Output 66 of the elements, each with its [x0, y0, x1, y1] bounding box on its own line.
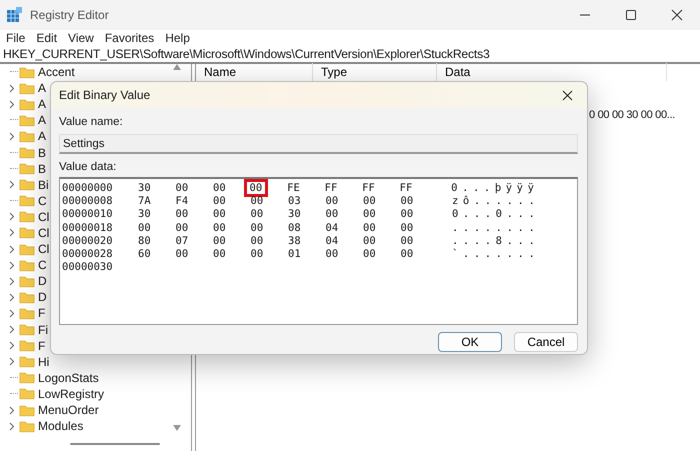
hex-byte: FE — [287, 182, 301, 194]
ascii-text: ....8... — [452, 234, 540, 247]
hex-byte: 00 — [400, 234, 414, 247]
hex-byte: FF — [362, 182, 376, 194]
hex-byte: 60 — [138, 248, 152, 260]
hex-byte: 04 — [326, 222, 340, 234]
hex-byte: 00 — [400, 248, 414, 260]
window-title: Registry Editor — [30, 8, 110, 22]
hex-byte: 00 — [213, 248, 227, 260]
dialog-title: Edit Binary Value — [58, 88, 150, 102]
offset: 00000018 — [62, 222, 114, 234]
hex-byte: 80 — [138, 234, 152, 247]
hex-byte: 00 — [363, 234, 377, 247]
ascii-text: 0...þÿÿÿ — [451, 182, 539, 194]
hex-byte: 00 — [250, 194, 264, 207]
hex-byte: 00 — [176, 222, 190, 234]
hex-byte: FF — [400, 182, 414, 194]
hex-byte: 00 — [213, 208, 227, 220]
field-label: Value data: — [59, 161, 118, 175]
hex-byte: 00 — [363, 248, 377, 260]
hex-byte: FF — [324, 182, 338, 194]
hex-byte: 00 — [176, 182, 190, 194]
hex-byte: 01 — [288, 248, 302, 260]
offset: 00000028 — [62, 248, 114, 260]
offset: 00000020 — [62, 234, 114, 247]
hex-byte: 00 — [326, 194, 340, 207]
ascii-text: ........ — [452, 222, 540, 234]
hex-byte: 00 — [326, 208, 340, 220]
hex-byte: 00 — [400, 194, 414, 207]
ascii-text: `....... — [452, 248, 540, 260]
hex-byte: 00 — [250, 222, 264, 234]
hex-byte: 00 — [213, 194, 227, 207]
hex-byte: 08 — [288, 222, 302, 234]
hex-byte: 00 — [363, 194, 377, 207]
offset: 00000000 — [62, 182, 114, 194]
hex-byte: 00 — [250, 234, 264, 247]
hex-byte: 03 — [288, 194, 302, 207]
ascii-text: zô...... — [452, 194, 540, 207]
offset: 00000008 — [62, 194, 114, 207]
hex-byte: 00 — [250, 248, 264, 260]
hex-byte: 30 — [288, 208, 302, 220]
offset: 00000030 — [62, 261, 114, 274]
hex-byte: 00 — [326, 248, 340, 260]
hex-byte: 7A — [138, 194, 152, 207]
hex-byte: 00 — [213, 222, 227, 234]
hex-byte: 30 — [138, 208, 152, 220]
hex-byte: 00 — [400, 222, 414, 234]
hex-byte: 30 — [138, 182, 152, 194]
hex-byte: 00 — [176, 248, 190, 260]
hex-byte: 00 — [213, 182, 227, 194]
hex-byte: 07 — [176, 234, 190, 247]
hex-byte: 00 — [138, 222, 152, 234]
hex-byte: 00 — [176, 208, 190, 220]
hex-byte: 38 — [288, 234, 302, 247]
hex-byte: 04 — [326, 234, 340, 247]
hex-byte: 00 — [363, 208, 377, 220]
hex-byte: 00 — [213, 234, 227, 247]
value-data-cell: 0 00 00 30 00 00... — [589, 109, 676, 121]
ascii-text: 0...0... — [452, 208, 540, 220]
field-label: Value name: — [59, 116, 124, 130]
hex-byte: 00 — [400, 208, 414, 220]
offset: 00000010 — [62, 208, 114, 220]
hex-byte: 00 — [363, 222, 377, 234]
highlighted-byte: 00 — [246, 182, 266, 194]
hex-byte: F4 — [176, 194, 190, 207]
hex-byte: 00 — [250, 208, 264, 220]
